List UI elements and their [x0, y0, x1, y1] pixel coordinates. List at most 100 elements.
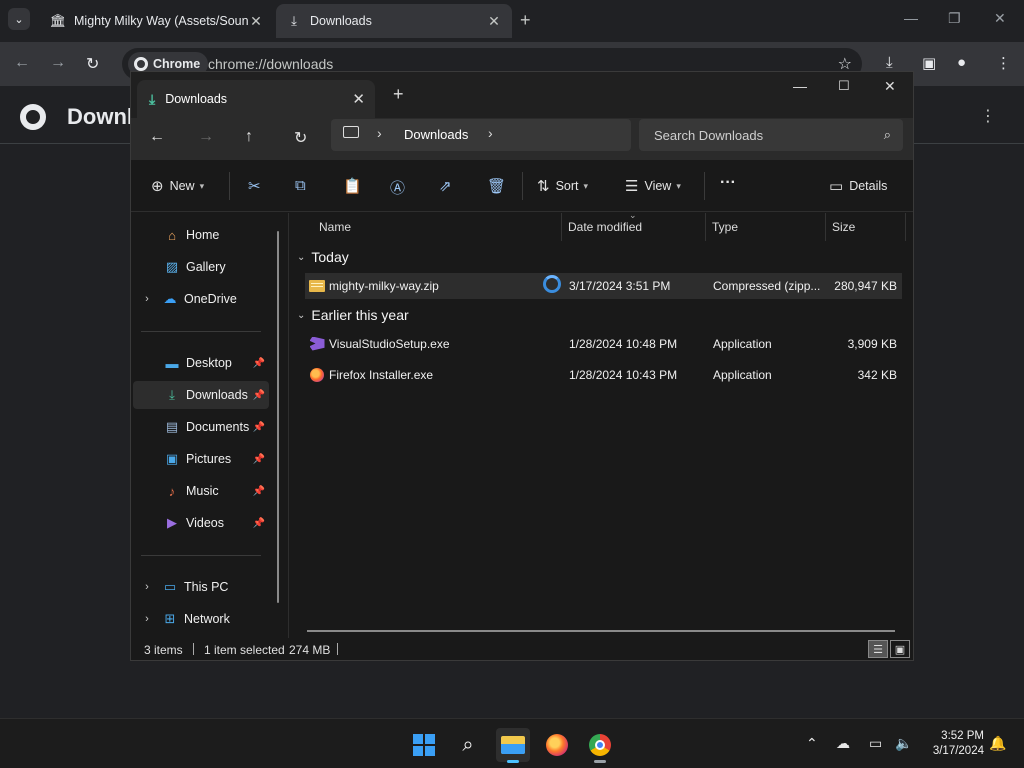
column-header-size[interactable]: Size — [826, 213, 906, 241]
page-menu-icon[interactable]: ⋮ — [980, 106, 996, 126]
sidebar-item-downloads[interactable]: ⤓ Downloads 📌 — [133, 381, 269, 409]
chrome-tab-mighty-milky-way[interactable]: 🏛 Mighty Milky Way (Assets/Sound ✕ — [40, 4, 274, 38]
sidebar-item-pictures[interactable]: ▣ Pictures 📌 — [133, 445, 269, 473]
sidebar-item-desktop[interactable]: ▬ Desktop 📌 — [133, 349, 269, 377]
rename-button[interactable]: Ⓐ — [390, 177, 411, 198]
plus-circle-icon: ⊕ — [151, 178, 164, 195]
sidebar-item-home[interactable]: ⌂ Home — [133, 221, 269, 249]
copy-button[interactable]: ⧉ — [295, 177, 312, 194]
tab-search-button[interactable]: ⌄ — [8, 8, 30, 30]
column-label: Type — [712, 220, 739, 234]
sidebar-item-this-pc[interactable]: › ▭ This PC — [133, 573, 269, 601]
sidebar-item-network[interactable]: › ⊞ Network — [133, 605, 269, 633]
status-bar: 3 items 1 item selected 274 MB ☰ ▣ — [131, 638, 913, 660]
search-box[interactable]: ⌕ — [639, 119, 903, 151]
up-button[interactable]: ↑ — [245, 128, 253, 146]
minimize-icon[interactable]: — — [793, 78, 807, 94]
close-window-icon[interactable]: ✕ — [884, 78, 896, 95]
view-button[interactable]: ☰ View ▾ — [625, 177, 681, 195]
delete-button[interactable]: 🗑 — [487, 177, 512, 195]
forward-button[interactable]: → — [198, 128, 214, 146]
chevron-right-icon[interactable]: › — [488, 125, 493, 141]
explorer-address-bar[interactable]: › Downloads › — [331, 119, 631, 151]
sidebar-scrollbar[interactable] — [277, 231, 279, 603]
taskbar-firefox[interactable] — [540, 728, 574, 762]
sidebar-item-documents[interactable]: ▤ Documents 📌 — [133, 413, 269, 441]
paste-button[interactable]: 📋 — [343, 177, 368, 195]
new-button[interactable]: ⊕ New ▾ — [151, 177, 204, 195]
sidebar-item-label: Home — [186, 228, 220, 242]
rename-icon: Ⓐ — [390, 180, 406, 197]
details-pane-button[interactable]: ▭ Details — [829, 177, 887, 195]
sidebar-item-music[interactable]: ♪ Music 📌 — [133, 477, 269, 505]
column-header-type[interactable]: Type — [706, 213, 826, 241]
details-view-icon[interactable]: ☰ — [868, 640, 888, 658]
file-explorer-window: ⤓ Downloads ✕ + — ☐ ✕ ← → ↑ ↻ › Download… — [130, 71, 914, 661]
explorer-tab-downloads[interactable]: ⤓ Downloads ✕ — [137, 80, 375, 118]
sidebar-item-onedrive[interactable]: › ☁ OneDrive — [133, 285, 269, 313]
breadcrumb-downloads[interactable]: Downloads — [404, 127, 468, 142]
taskbar-file-explorer[interactable] — [496, 728, 530, 763]
chrome-menu-icon[interactable]: ⋮ — [996, 54, 1011, 72]
profile-avatar-icon[interactable]: ● — [957, 54, 966, 71]
windows-logo-icon — [413, 734, 435, 756]
start-button[interactable] — [407, 728, 441, 762]
divider — [704, 172, 705, 200]
onedrive-offline-icon[interactable]: ☁ — [836, 735, 850, 752]
sidebar-item-videos[interactable]: ▶ Videos 📌 — [133, 509, 269, 537]
group-header-today[interactable]: ⌄ Today — [297, 249, 349, 265]
videos-icon: ▶ — [167, 515, 177, 530]
close-tab-icon[interactable]: ✕ — [248, 13, 264, 30]
chrome-tab-downloads[interactable]: ⤓ Downloads ✕ — [276, 4, 512, 38]
back-button[interactable]: ← — [149, 128, 165, 146]
tab-title: Downloads — [310, 14, 372, 28]
maximize-icon[interactable]: ☐ — [838, 78, 850, 94]
sort-icon: ⇅ — [537, 178, 550, 195]
file-row-mighty-milky-way-zip[interactable]: mighty-milky-way.zip 3/17/2024 3:51 PM C… — [305, 273, 902, 299]
network-status-icon[interactable]: ▭ — [869, 735, 882, 752]
close-tab-icon[interactable]: ✕ — [352, 90, 365, 108]
system-clock[interactable]: 3:52 PM 3/17/2024 — [924, 729, 984, 759]
side-panel-icon[interactable]: ▣ — [922, 54, 936, 72]
group-header-earlier-this-year[interactable]: ⌄ Earlier this year — [297, 307, 409, 323]
reload-button[interactable]: ↻ — [86, 54, 99, 74]
sort-button[interactable]: ⇅ Sort ▾ — [537, 177, 588, 195]
firefox-icon — [546, 734, 568, 756]
cut-button[interactable]: ✂ — [248, 177, 267, 195]
notification-bell-icon[interactable]: 🔔 — [989, 735, 1006, 752]
url-text[interactable]: chrome://downloads — [208, 56, 333, 72]
minimize-icon[interactable]: — — [904, 10, 918, 26]
refresh-button[interactable]: ↻ — [294, 128, 307, 148]
close-window-icon[interactable]: ✕ — [994, 10, 1006, 27]
tiles-view-icon[interactable]: ▣ — [890, 640, 910, 658]
sidebar-item-gallery[interactable]: ▨ Gallery — [133, 253, 269, 281]
chevron-right-icon[interactable]: › — [133, 613, 161, 625]
close-tab-icon[interactable]: ✕ — [486, 13, 502, 30]
volume-muted-icon[interactable]: 🔈 — [895, 735, 912, 752]
chevron-up-icon[interactable]: ⌃ — [806, 735, 818, 752]
item-count: 3 items — [144, 643, 183, 657]
computer-icon: ▭ — [163, 579, 177, 594]
download-icon: ⤓ — [291, 13, 297, 28]
column-header-name[interactable]: Name — [313, 213, 562, 241]
see-more-button[interactable]: ··· — [720, 174, 736, 192]
museum-icon: 🏛 — [49, 13, 67, 28]
divider — [193, 643, 194, 655]
horizontal-scrollbar[interactable] — [307, 630, 895, 632]
details-label: Details — [849, 179, 888, 193]
file-row-firefox-installer-exe[interactable]: Firefox Installer.exe 1/28/2024 10:43 PM… — [305, 362, 902, 388]
new-tab-button[interactable]: + — [520, 10, 531, 31]
restore-icon[interactable]: ❐ — [948, 10, 961, 27]
search-button[interactable]: ⌕ — [451, 728, 485, 762]
taskbar-chrome[interactable] — [583, 728, 617, 763]
forward-button[interactable]: → — [50, 54, 66, 72]
downloads-icon[interactable]: ⤓ — [886, 54, 893, 71]
explorer-new-tab-button[interactable]: + — [393, 84, 404, 105]
search-input[interactable] — [639, 119, 903, 151]
file-row-visualstudiosetup-exe[interactable]: VisualStudioSetup.exe 1/28/2024 10:48 PM… — [305, 331, 902, 357]
back-button[interactable]: ← — [14, 54, 30, 72]
share-button[interactable]: ⇗ — [439, 177, 458, 195]
chevron-right-icon[interactable]: › — [133, 581, 161, 593]
chevron-right-icon[interactable]: › — [377, 125, 382, 141]
chevron-right-icon[interactable]: › — [133, 293, 161, 305]
